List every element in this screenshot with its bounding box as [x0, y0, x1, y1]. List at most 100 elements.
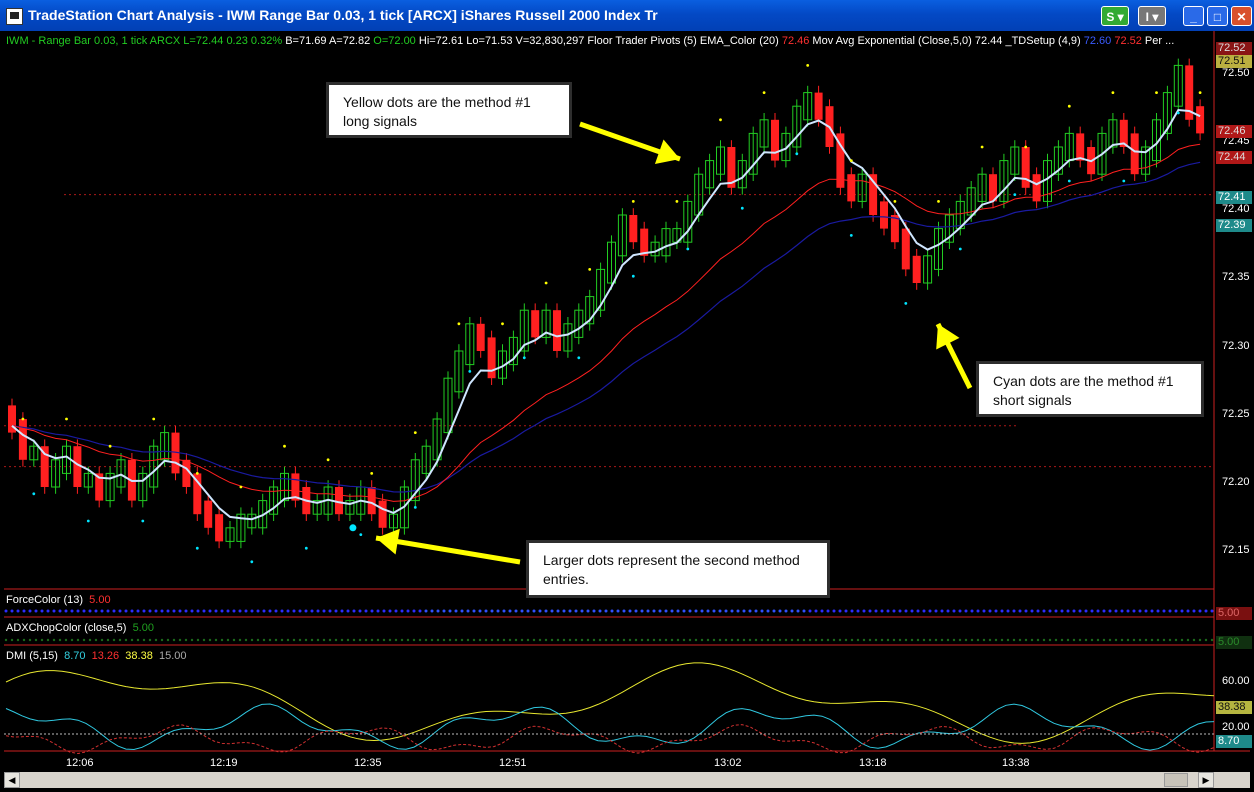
adx-dot — [412, 638, 416, 642]
adx-dot — [1144, 638, 1148, 642]
force-dot — [574, 609, 578, 613]
force-dot — [952, 609, 956, 613]
short-signal-dot — [32, 492, 36, 496]
horizontal-scrollbar[interactable]: ◀ ▶ — [4, 772, 1250, 788]
adx-dot — [592, 638, 596, 642]
price-tag-td: 72.52 — [1216, 42, 1252, 55]
adx-dot — [124, 638, 128, 642]
force-dot — [10, 609, 14, 613]
dmi-scale-tick: 20.00 — [1222, 721, 1250, 733]
short-signal-dot — [631, 274, 635, 278]
force-dot — [610, 609, 614, 613]
force-dot — [496, 609, 500, 613]
adx-dot — [1084, 638, 1088, 642]
adx-dot — [190, 638, 194, 642]
adx-dot — [826, 638, 830, 642]
force-dot — [316, 609, 320, 613]
adx-dot — [610, 638, 614, 642]
close-button[interactable]: ✕ — [1231, 6, 1252, 26]
force-dot — [172, 609, 176, 613]
close-icon: ✕ — [1236, 10, 1247, 24]
force-dot — [844, 609, 848, 613]
force-dot — [250, 609, 254, 613]
force-dot — [412, 609, 416, 613]
adx-dot — [574, 638, 578, 642]
ema-study-label: EMA_Color (20) — [699, 35, 779, 47]
price-tick: 72.20 — [1222, 476, 1250, 488]
adx-dot — [1114, 638, 1118, 642]
force-dot — [184, 609, 188, 613]
scroll-right-arrow-icon[interactable]: ▶ — [1198, 772, 1214, 788]
adx-dot — [346, 638, 350, 642]
adx-dot — [490, 638, 494, 642]
bid-price: B=71.69 — [285, 35, 327, 47]
force-dot — [220, 609, 224, 613]
force-dot — [340, 609, 344, 613]
force-dot — [1060, 609, 1064, 613]
adx-dot — [688, 638, 692, 642]
adx-dot — [1018, 638, 1022, 642]
force-dot — [988, 609, 992, 613]
i-menu-button[interactable]: I ▾ — [1138, 6, 1166, 26]
long-signal-dot — [65, 417, 68, 421]
force-dot — [520, 609, 524, 613]
adx-dot — [58, 638, 62, 642]
scroll-left-arrow-icon[interactable]: ◀ — [4, 772, 20, 788]
dmi-tag-adx: 38.38 — [1216, 701, 1252, 714]
adx-dot — [280, 638, 284, 642]
dmi-subgraph-label: DMI (5,15) 8.70 13.26 38.38 15.00 — [6, 650, 186, 662]
adx-dot — [538, 638, 542, 642]
candle-down-bar — [487, 337, 496, 379]
force-dot — [478, 609, 482, 613]
force-dot — [1072, 609, 1076, 613]
candle-down-bar — [553, 310, 561, 351]
app-icon[interactable] — [6, 8, 23, 25]
adx-dot — [448, 638, 452, 642]
force-dot — [640, 609, 644, 613]
force-dot — [130, 609, 134, 613]
adx-dot — [988, 638, 992, 642]
cyan-dots-callout: Cyan dots are the method #1 short signal… — [976, 361, 1204, 417]
adx-dot — [1036, 638, 1040, 642]
adx-dot — [664, 638, 668, 642]
force-dot — [1210, 609, 1214, 613]
adx-dot — [1042, 638, 1046, 642]
title-bar[interactable]: TradeStation Chart Analysis - IWM Range … — [0, 0, 1254, 31]
adx-dot — [1186, 638, 1190, 642]
adx-dot — [994, 638, 998, 642]
force-dot — [442, 609, 446, 613]
scroll-thumb[interactable] — [1164, 773, 1188, 787]
force-dot — [1132, 609, 1136, 613]
adx-dot — [94, 638, 98, 642]
maximize-button[interactable]: □ — [1207, 6, 1228, 26]
adx-dot — [1168, 638, 1172, 642]
candle-down-bar — [1021, 147, 1030, 188]
long-signal-dot — [675, 200, 679, 203]
force-dot — [694, 609, 698, 613]
force-dot — [502, 609, 506, 613]
long-signal-dot — [1155, 91, 1158, 94]
chart-area[interactable]: IWM - Range Bar 0.03, 1 tick ARCX L=72.4… — [4, 31, 1252, 788]
maximize-icon: □ — [1213, 10, 1222, 24]
low-price: Lo=71.53 — [466, 35, 513, 47]
force-dot — [784, 609, 788, 613]
s-menu-button[interactable]: S ▾ — [1101, 6, 1129, 26]
minimize-button[interactable]: _ — [1183, 6, 1204, 26]
force-dot — [688, 609, 692, 613]
force-dot — [772, 609, 776, 613]
adx-dot — [352, 638, 356, 642]
volume-value: V=32,830,297 — [515, 35, 585, 47]
adx-dot — [184, 638, 188, 642]
adx-dot — [424, 638, 428, 642]
short-signal-dot — [304, 546, 308, 550]
adx-dot — [208, 638, 212, 642]
adx-dot — [52, 638, 56, 642]
adx-dot — [172, 638, 176, 642]
adx-dot — [292, 638, 296, 642]
adx-dot — [1048, 638, 1052, 642]
adx-dot — [46, 638, 50, 642]
adx-dot — [1180, 638, 1184, 642]
candle-down-bar — [1076, 133, 1085, 161]
adx-dot — [238, 638, 242, 642]
long-signal-dot — [588, 268, 592, 271]
